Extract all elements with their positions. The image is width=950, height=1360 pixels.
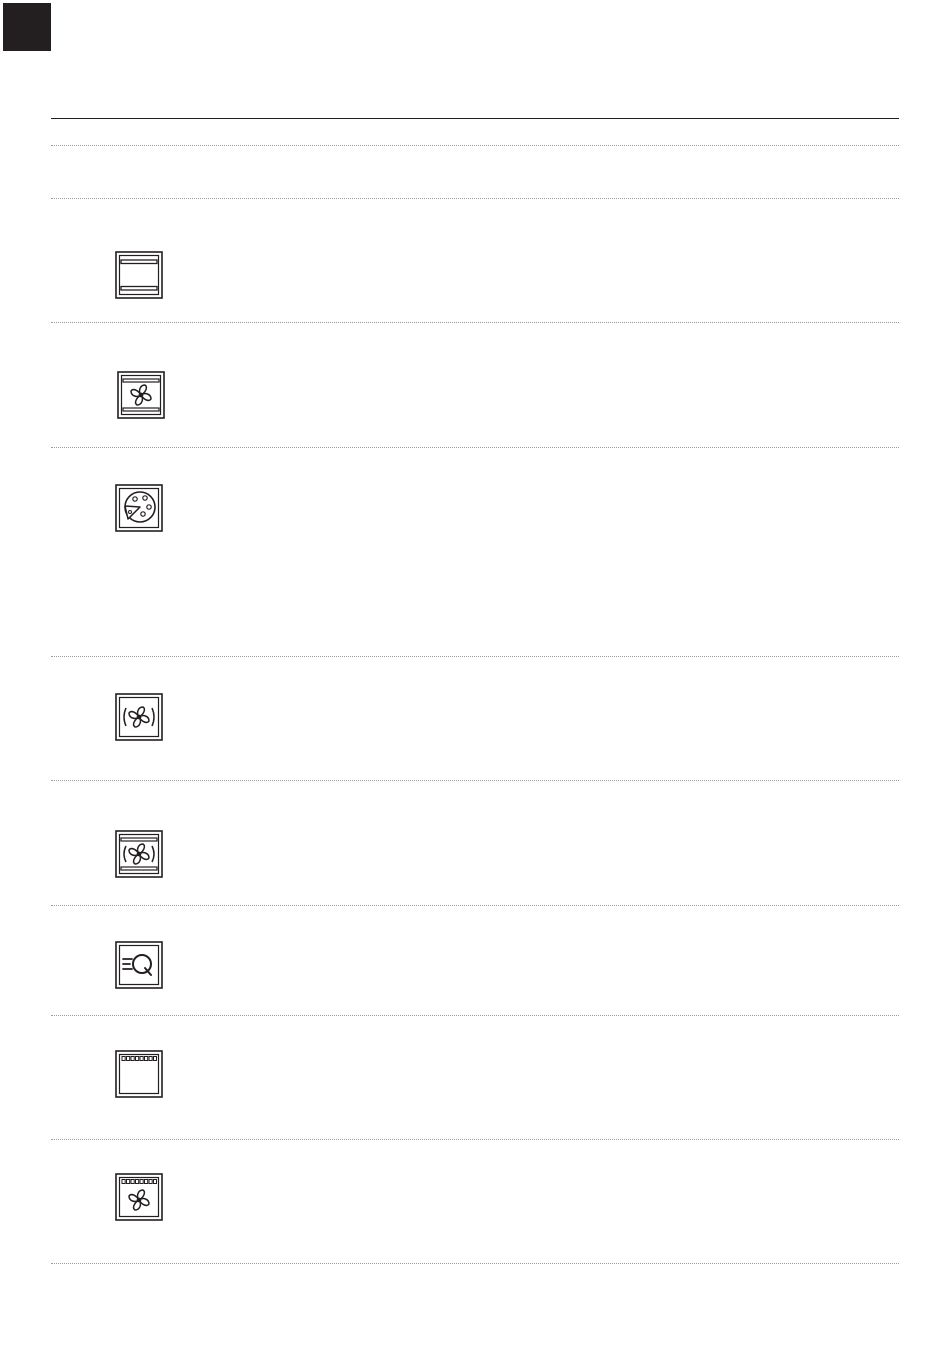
fan-oven-top-bottom-heat-icon (117, 371, 165, 419)
table-top-rule (51, 118, 899, 119)
hot-air-fan-icon (115, 693, 163, 741)
row-divider (51, 780, 899, 781)
row-divider (51, 1015, 899, 1016)
row-divider (51, 447, 899, 448)
row-divider (51, 198, 899, 199)
pizza-function-icon (115, 484, 163, 532)
page-corner-tab (3, 3, 51, 51)
conventional-oven-icon (115, 251, 163, 299)
row-divider (51, 322, 899, 323)
row-divider (51, 1263, 899, 1264)
row-divider (51, 656, 899, 657)
row-divider (51, 145, 899, 146)
row-divider (51, 905, 899, 906)
row-divider (51, 1139, 899, 1140)
grill-icon (115, 1050, 163, 1098)
rapid-defrost-icon (115, 941, 163, 989)
fan-grill-icon (115, 1173, 163, 1221)
hot-air-top-bottom-heat-icon (115, 830, 163, 878)
